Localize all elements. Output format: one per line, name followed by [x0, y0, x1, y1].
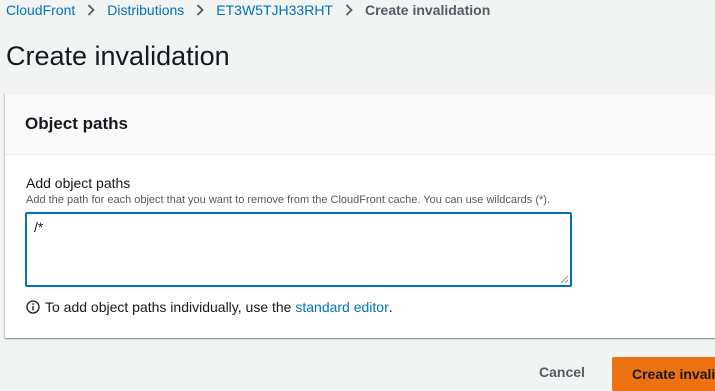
panel-title: Object paths: [25, 114, 128, 133]
chevron-right-icon: [84, 3, 98, 17]
resize-handle-icon[interactable]: [560, 275, 569, 284]
object-paths-panel: Object paths Add object paths Add the pa…: [5, 93, 715, 338]
cancel-button[interactable]: Cancel: [515, 357, 609, 387]
panel-header: Object paths: [5, 94, 715, 155]
breadcrumb-distribution-id-link[interactable]: ET3W5TJH33RHT: [216, 2, 333, 18]
breadcrumb-current: Create invalidation: [364, 2, 491, 18]
object-paths-textarea-wrapper: /*: [25, 212, 572, 287]
info-suffix: .: [388, 299, 393, 315]
info-circle-icon: [26, 300, 40, 314]
chevron-right-icon: [342, 3, 356, 17]
breadcrumb-cloudfront-link[interactable]: CloudFront: [6, 2, 75, 18]
info-message: To add object paths individually, use th…: [26, 299, 393, 315]
chevron-right-icon: [193, 3, 207, 17]
create-invalidation-button[interactable]: Create invalidation: [612, 357, 715, 391]
object-paths-label: Add object paths: [26, 175, 131, 191]
object-paths-textarea[interactable]: /*: [27, 214, 570, 285]
breadcrumb-distributions-link[interactable]: Distributions: [107, 2, 184, 18]
page-title: Create invalidation: [6, 41, 230, 71]
breadcrumb: CloudFront Distributions ET3W5TJH33RHT C…: [6, 0, 490, 20]
standard-editor-link[interactable]: standard editor: [295, 299, 388, 315]
info-text: To add object paths individually, use th…: [45, 299, 292, 315]
object-paths-description: Add the path for each object that you wa…: [26, 194, 551, 206]
